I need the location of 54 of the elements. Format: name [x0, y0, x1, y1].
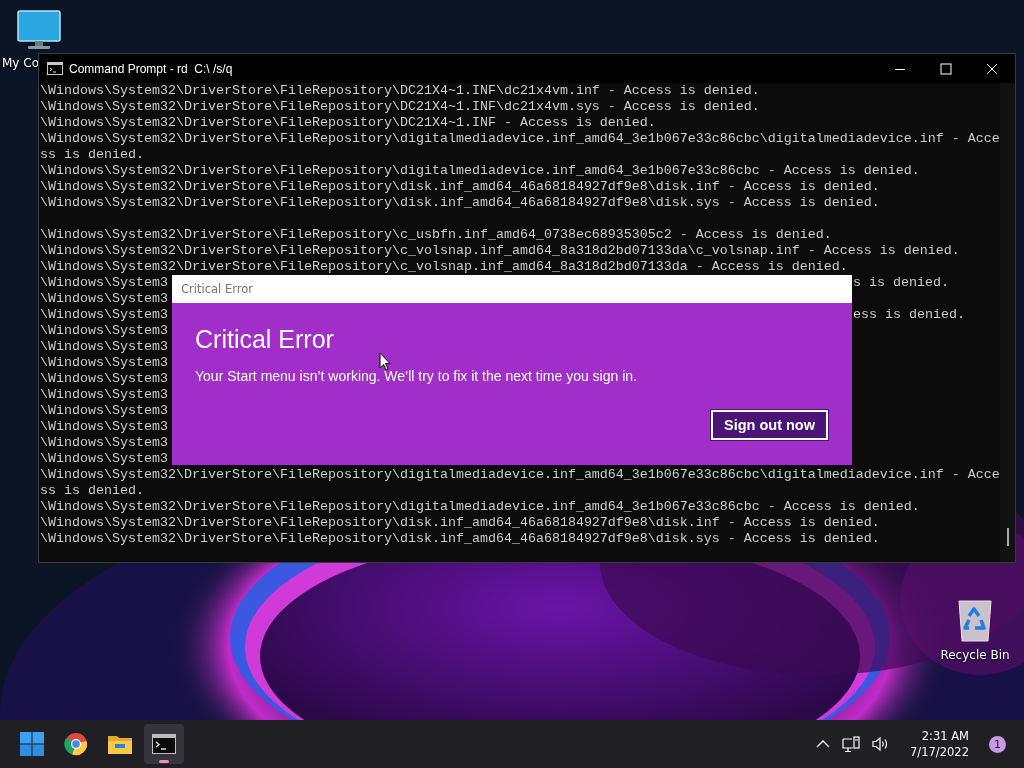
console-line: ss is denied. [40, 147, 144, 162]
console-line: \Windows\System3 [40, 323, 168, 338]
console-line: \Windows\System32\DriverStore\FileRepository\digitalmediadevice.inf_amd64_3e1b067e33c86cbc - Access is denied. [40, 163, 920, 178]
console-line: \Windows\System32\DriverStore\FileRepository\disk.inf_amd64_46a68184927df9e8\disk.sys - Access is denied. [40, 531, 880, 546]
windows-logo-icon[interactable] [20, 732, 44, 756]
chevron-up-icon[interactable] [816, 739, 831, 749]
sign-out-button[interactable]: Sign out now [711, 410, 828, 440]
console-line-fragment: s is denied. [853, 275, 949, 291]
console-line: \Windows\System3 [40, 403, 168, 418]
console-line: \Windows\System32\DriverStore\FileRepository\DC21X4~1.INF\dc21x4vm.sys - Access is denied. [40, 99, 760, 114]
console-line: \Windows\System3 [40, 291, 168, 306]
desktop-icon-label[interactable]: Recycle Bin [940, 648, 1010, 662]
console-line: \Windows\System3 [40, 371, 168, 386]
browser-icon[interactable] [64, 732, 88, 756]
console-line: \Windows\System32\DriverStore\FileRepository\digitalmediadevice.inf_amd64_3e1b067e33c86cbc\digitalmediadevice.inf - Acce [40, 131, 1000, 146]
cursor-icon [379, 352, 391, 371]
console-line: \Windows\System32\DriverStore\FileRepository\DC21X4~1.INF - Access is denied. [40, 115, 656, 130]
scrollbar-thumb[interactable] [1006, 528, 1009, 546]
folder-icon[interactable] [107, 733, 133, 755]
command-prompt-icon [47, 62, 63, 75]
console-line: \Windows\System32\DriverStore\FileRepository\c_usbfn.inf_amd64_0738ec68935305c2 - Access is denied. [40, 227, 832, 242]
desktop-icon-label[interactable]: My Co [0, 56, 39, 70]
clock-date[interactable]: 7/17/2022 [910, 744, 969, 760]
console-line: \Windows\System32\DriverStore\FileRepository\disk.inf_amd64_46a68184927df9e8\disk.inf - Access is denied. [40, 515, 880, 530]
console-line: \Windows\System3 [40, 307, 168, 322]
taskbar-button[interactable] [144, 724, 184, 764]
console-line-fragment: ess is denied. [853, 307, 965, 323]
console-line: \Windows\System32\DriverStore\FileRepository\digitalmediadevice.inf_amd64_3e1b067e33c86cbc - Access is denied. [40, 499, 920, 514]
network-icon[interactable] [842, 735, 861, 753]
console-line: \Windows\System3 [40, 275, 168, 290]
notification-badge[interactable]: 1 [989, 735, 1006, 753]
dialog-heading: Critical Error [195, 325, 334, 354]
console-line: \Windows\System3 [40, 339, 168, 354]
console-line: \Windows\System3 [40, 451, 168, 466]
console-line: \Windows\System3 [40, 435, 168, 450]
command-prompt-icon[interactable] [152, 734, 176, 754]
console-line: \Windows\System32\DriverStore\FileRepository\c_volsnap.inf_amd64_8a318d2bd07133da - Access is denied. [40, 259, 848, 274]
window-title: Command Prompt - rd C:\ /s/q [69, 61, 233, 76]
console-line: \Windows\System3 [40, 419, 168, 434]
dialog-message: Your Start menu isn’t working. We’ll try to fix it the next time you sign in. [195, 368, 637, 384]
recycle-bin-icon[interactable] [957, 598, 993, 642]
close-icon[interactable] [986, 62, 998, 75]
console-line: ss is denied. [40, 483, 144, 498]
console-line: \Windows\System32\DriverStore\FileRepository\disk.inf_amd64_46a68184927df9e8\disk.sys - Access is denied. [40, 195, 880, 210]
console-line: \Windows\System32\DriverStore\FileRepository\c_volsnap.inf_amd64_8a318d2bd07133da\c_volsnap.inf - Access is denied. [40, 243, 960, 258]
console-line: \Windows\System32\DriverStore\FileRepository\digitalmediadevice.inf_amd64_3e1b067e33c86cbc\digitalmediadevice.inf - Acce [40, 467, 1000, 482]
console-line: \Windows\System32\DriverStore\FileRepository\DC21X4~1.INF\dc21x4vm.inf - Access is denied. [40, 83, 760, 98]
console-line: \Windows\System3 [40, 355, 168, 370]
dialog-caption: Critical Error [181, 282, 253, 296]
monitor-icon[interactable] [17, 10, 61, 50]
console-line: \Windows\System3 [40, 387, 168, 402]
console-line: \Windows\System32\DriverStore\FileRepository\disk.inf_amd64_46a68184927df9e8\disk.inf - Access is denied. [40, 179, 880, 194]
clock-time[interactable]: 2:31 AM [921, 728, 969, 744]
maximize-icon[interactable] [940, 62, 952, 75]
